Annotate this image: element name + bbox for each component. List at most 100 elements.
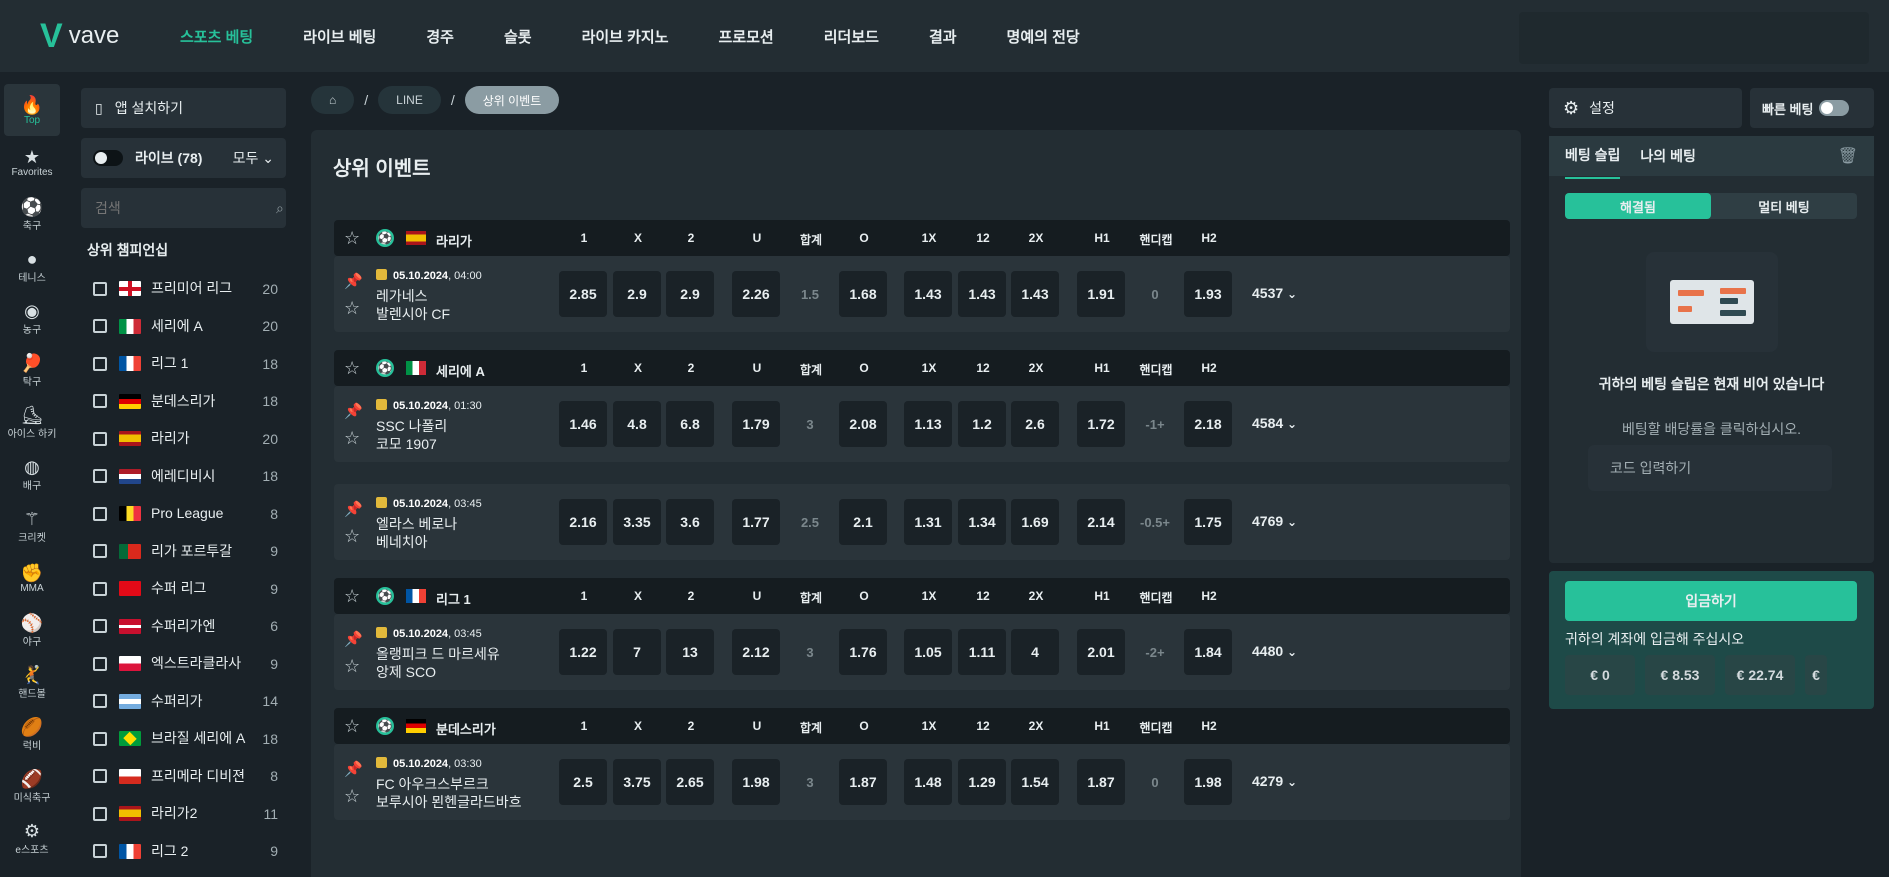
more-markets-button[interactable]: 4769 ⌄ — [1252, 513, 1297, 529]
championship-checkbox[interactable] — [93, 656, 107, 671]
odds-button[interactable]: 2.01 — [1077, 629, 1125, 675]
match-row[interactable]: 📌 ☆ 05.10.2024, 03:30 FC 아우크스부르크 보루시아 묀헨글라드바… — [334, 744, 1510, 820]
logo[interactable]: V vave — [40, 19, 180, 53]
more-markets-button[interactable]: 4279 ⌄ — [1252, 773, 1297, 789]
odds-button[interactable]: 1.68 — [839, 271, 887, 317]
nav-results[interactable]: 결과 — [929, 26, 957, 47]
match-row[interactable]: 📌☆05.10.2024, 01:30SSC 나폴리코모 1907▮▮⌄1.46… — [334, 386, 1510, 462]
segment-single[interactable]: 해결됨 — [1565, 193, 1711, 219]
championship-checkbox[interactable] — [93, 431, 107, 446]
odds-button[interactable]: 2.18 — [1184, 401, 1232, 447]
championship-item[interactable]: 리가 포르투갈 9 — [81, 533, 286, 571]
odds-button[interactable]: 4.8 — [613, 401, 661, 447]
odds-button[interactable]: 1.2 — [958, 401, 1006, 447]
deposit-button[interactable]: 입금하기 — [1565, 581, 1857, 621]
tab-bet-slip[interactable]: 베팅 슬립 — [1565, 133, 1621, 179]
star-icon[interactable]: ☆ — [344, 786, 360, 807]
championship-checkbox[interactable] — [93, 581, 107, 596]
championship-item[interactable]: 리그 2 9 — [81, 833, 286, 871]
nav-live-casino[interactable]: 라이브 카지노 — [582, 26, 669, 47]
rail-item[interactable]: ⚽ 축구 — [4, 188, 60, 240]
home-icon[interactable]: ⌂ — [311, 86, 355, 114]
nav-sports-betting[interactable]: 스포츠 베팅 — [180, 26, 253, 47]
championship-item[interactable]: 수퍼리가엔 6 — [81, 608, 286, 646]
segment-multi[interactable]: 멀티 베팅 — [1711, 193, 1857, 219]
odds-button[interactable]: 1.84 — [1184, 629, 1232, 675]
rail-item[interactable]: ◉ 농구 — [4, 292, 60, 344]
rail-item[interactable]: ● 테니스 — [4, 240, 60, 292]
odds-button[interactable]: 3.6 — [666, 499, 714, 545]
odds-button[interactable]: 1.13 — [904, 401, 952, 447]
championship-checkbox[interactable] — [93, 544, 107, 559]
pin-icon[interactable]: 📌 — [344, 272, 363, 290]
live-toggle[interactable] — [93, 150, 123, 166]
star-icon[interactable]: ☆ — [344, 428, 360, 449]
odds-button[interactable]: 2.12 — [732, 629, 780, 675]
championship-item[interactable]: 수퍼리가 14 — [81, 683, 286, 721]
rail-item[interactable]: 🏉 럭비 — [4, 708, 60, 760]
odds-button[interactable]: 2.9 — [613, 271, 661, 317]
championship-item[interactable]: 세리에 A 20 — [81, 308, 286, 346]
odds-button[interactable]: 1.87 — [839, 759, 887, 805]
nav-leaderboard[interactable]: 리더보드 — [824, 26, 879, 47]
odds-button[interactable]: 2.08 — [839, 401, 887, 447]
championship-item[interactable]: 브라질 세리에 A 18 — [81, 720, 286, 758]
odds-button[interactable]: 2.65 — [666, 759, 714, 805]
deposit-amount-button[interactable]: € 8.53 — [1645, 655, 1715, 695]
more-markets-button[interactable]: 4537 ⌄ — [1252, 285, 1297, 301]
star-icon[interactable]: ☆ — [344, 586, 360, 607]
odds-button[interactable]: 1.79 — [732, 401, 780, 447]
odds-button[interactable]: 1.43 — [1011, 271, 1059, 317]
nav-racing[interactable]: 경주 — [426, 26, 454, 47]
odds-button[interactable]: 2.16 — [559, 499, 607, 545]
championship-item[interactable]: 분데스리가 18 — [81, 383, 286, 421]
odds-button[interactable]: 1.31 — [904, 499, 952, 545]
odds-button[interactable]: 2.26 — [732, 271, 780, 317]
breadcrumb-line[interactable]: LINE — [378, 86, 441, 114]
odds-button[interactable]: 1.46 — [559, 401, 607, 447]
odds-button[interactable]: 1.54 — [1011, 759, 1059, 805]
quick-bet-switch[interactable] — [1819, 100, 1850, 116]
rail-item[interactable]: ◍ 배구 — [4, 448, 60, 500]
pin-icon[interactable]: 📌 — [344, 760, 363, 778]
odds-button[interactable]: 1.76 — [839, 629, 887, 675]
championship-checkbox[interactable] — [93, 394, 107, 409]
odds-button[interactable]: 1.05 — [904, 629, 952, 675]
odds-button[interactable]: 1.11 — [958, 629, 1006, 675]
championship-checkbox[interactable] — [93, 806, 107, 821]
rail-item[interactable]: ★ Favorites — [4, 136, 60, 188]
odds-button[interactable]: 1.29 — [958, 759, 1006, 805]
odds-button[interactable]: 2.9 — [666, 271, 714, 317]
odds-button[interactable]: 1.48 — [904, 759, 952, 805]
odds-button[interactable]: 4 — [1011, 629, 1059, 675]
championship-checkbox[interactable] — [93, 281, 107, 296]
odds-button[interactable]: 1.22 — [559, 629, 607, 675]
championship-item[interactable]: 프리메라 디비젼 8 — [81, 758, 286, 796]
star-icon[interactable]: ☆ — [344, 526, 360, 547]
odds-button[interactable]: 1.43 — [958, 271, 1006, 317]
pin-icon[interactable]: 📌 — [344, 402, 363, 420]
odds-button[interactable]: 1.69 — [1011, 499, 1059, 545]
nav-live-betting[interactable]: 라이브 베팅 — [303, 26, 376, 47]
rail-item[interactable]: 🏓 탁구 — [4, 344, 60, 396]
odds-button[interactable]: 1.72 — [1077, 401, 1125, 447]
app-install-button[interactable]: ▯ 앱 설치하기 — [81, 88, 286, 128]
odds-button[interactable]: 2.85 — [559, 271, 607, 317]
rail-item[interactable]: ⚙ e스포츠 — [4, 812, 60, 864]
rail-item[interactable]: 🔥 Top — [4, 84, 60, 136]
odds-button[interactable]: 7 — [613, 629, 661, 675]
championship-item[interactable]: 엑스트라클라사 9 — [81, 645, 286, 683]
code-input[interactable]: 코드 입력하기 — [1588, 445, 1832, 491]
odds-button[interactable]: 1.75 — [1184, 499, 1232, 545]
star-icon[interactable]: ☆ — [344, 716, 360, 737]
championship-item[interactable]: 에레디비시 18 — [81, 458, 286, 496]
championship-checkbox[interactable] — [93, 319, 107, 334]
rail-item[interactable]: ✊ MMA — [4, 552, 60, 604]
star-icon[interactable]: ☆ — [344, 228, 360, 249]
odds-button[interactable]: 1.91 — [1077, 271, 1125, 317]
championship-item[interactable]: 라리가 20 — [81, 420, 286, 458]
championship-item[interactable]: 리그 1 18 — [81, 345, 286, 383]
championship-item[interactable]: 수퍼 리그 9 — [81, 570, 286, 608]
odds-button[interactable]: 2.5 — [559, 759, 607, 805]
pin-icon[interactable]: 📌 — [344, 500, 363, 518]
